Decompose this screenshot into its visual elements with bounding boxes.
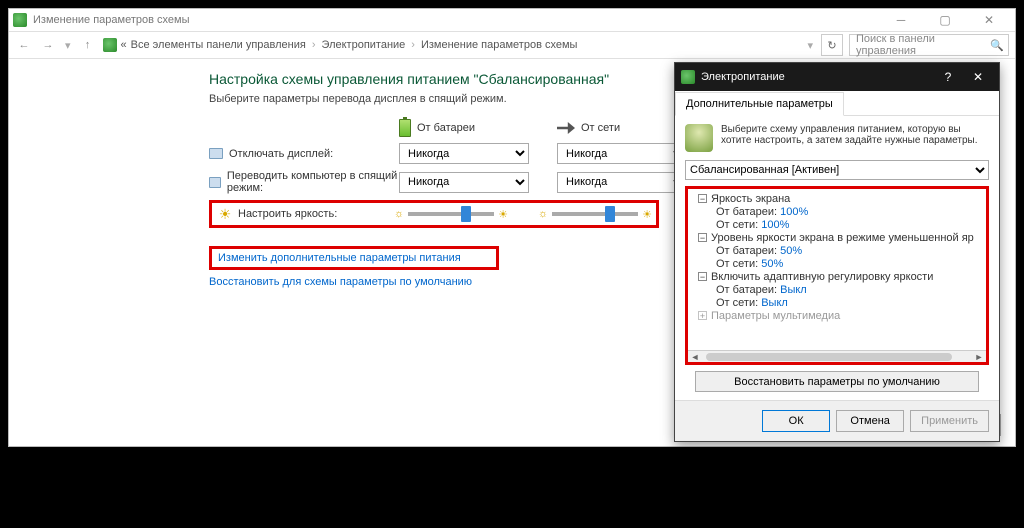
- titlebar: Изменение параметров схемы ─ ▢ ✕: [9, 9, 1015, 31]
- power-options-dialog: Электропитание ? ✕ Дополнительные параме…: [674, 62, 1000, 442]
- horizontal-scrollbar[interactable]: ◄ ►: [688, 350, 986, 362]
- plug-icon: [557, 122, 575, 134]
- tab-advanced[interactable]: Дополнительные параметры: [675, 92, 844, 116]
- display-off-plugged-select[interactable]: Никогда: [557, 143, 687, 164]
- restore-defaults-button[interactable]: Восстановить параметры по умолчанию: [695, 371, 979, 392]
- search-input[interactable]: Поиск в панели управления 🔍: [849, 34, 1009, 56]
- scroll-right-icon[interactable]: ►: [972, 351, 986, 362]
- expand-icon[interactable]: +: [698, 311, 707, 320]
- collapse-icon[interactable]: −: [698, 272, 707, 281]
- window-title: Изменение параметров схемы: [33, 14, 189, 26]
- sun-large-icon: ☀: [498, 208, 508, 221]
- tree-value[interactable]: 50%: [780, 245, 802, 257]
- settings-tree-highlight: −Яркость экрана От батареи: 100% От сети…: [685, 186, 989, 365]
- row-brightness-label: ☀Настроить яркость:: [218, 207, 394, 221]
- column-battery: От батареи: [399, 119, 537, 137]
- link-advanced-settings[interactable]: Изменить дополнительные параметры питани…: [218, 252, 490, 264]
- tree-value[interactable]: Выкл: [780, 284, 807, 296]
- battery-icon: [399, 119, 411, 137]
- dialog-titlebar: Электропитание ? ✕: [675, 63, 999, 91]
- display-off-battery-select[interactable]: Никогда: [399, 143, 529, 164]
- row-sleep-label: Переводить компьютер в спящий режим:: [209, 170, 399, 194]
- collapse-icon[interactable]: −: [698, 194, 707, 203]
- lamp-icon: [685, 124, 713, 152]
- dialog-footer: ОК Отмена Применить: [675, 400, 999, 440]
- brightness-battery-slider[interactable]: [408, 212, 494, 216]
- display-icon: [209, 148, 223, 159]
- forward-button[interactable]: →: [39, 36, 57, 54]
- settings-tree[interactable]: −Яркость экрана От батареи: 100% От сети…: [688, 189, 986, 327]
- tree-value[interactable]: 100%: [761, 219, 789, 231]
- power-plan-select[interactable]: Сбалансированная [Активен]: [685, 160, 989, 180]
- breadcrumb-item[interactable]: Электропитание: [322, 39, 406, 51]
- sleep-icon: [209, 177, 221, 188]
- tree-value[interactable]: 50%: [761, 258, 783, 270]
- dialog-close-button[interactable]: ✕: [963, 66, 993, 88]
- help-button[interactable]: ?: [933, 66, 963, 88]
- dialog-tabs: Дополнительные параметры: [675, 91, 999, 116]
- sun-small-icon: ☼: [538, 208, 548, 220]
- power-icon: [681, 70, 695, 84]
- collapse-icon[interactable]: −: [698, 233, 707, 242]
- tree-value[interactable]: Выкл: [761, 297, 788, 309]
- chevron-right-icon: ›: [411, 39, 415, 51]
- breadcrumb-item[interactable]: Изменение параметров схемы: [421, 39, 577, 51]
- row-display-label: Отключать дисплей:: [209, 148, 399, 160]
- apply-button[interactable]: Применить: [910, 410, 989, 432]
- sleep-battery-select[interactable]: Никогда: [399, 172, 529, 193]
- dialog-title: Электропитание: [701, 71, 785, 83]
- close-button[interactable]: ✕: [967, 9, 1011, 31]
- navbar: ← → ▾ ↑ « Все элементы панели управления…: [9, 31, 1015, 59]
- maximize-button[interactable]: ▢: [923, 9, 967, 31]
- sleep-plugged-select[interactable]: Никогда: [557, 172, 687, 193]
- refresh-button[interactable]: ↻: [821, 34, 843, 56]
- brightness-plugged-slider[interactable]: [552, 212, 638, 216]
- power-icon: [13, 13, 27, 27]
- ok-button[interactable]: ОК: [762, 410, 830, 432]
- cancel-button[interactable]: Отмена: [836, 410, 904, 432]
- sun-large-icon: ☀: [642, 208, 652, 221]
- chevron-right-icon: ›: [312, 39, 316, 51]
- up-button[interactable]: ↑: [79, 36, 97, 54]
- search-icon: 🔍: [990, 39, 1004, 52]
- tree-value[interactable]: 100%: [780, 206, 808, 218]
- breadcrumb[interactable]: « Все элементы панели управления › Элект…: [103, 38, 800, 52]
- dialog-description: Выберите схему управления питанием, кото…: [685, 124, 989, 152]
- breadcrumb-item[interactable]: Все элементы панели управления: [131, 39, 306, 51]
- scroll-left-icon[interactable]: ◄: [688, 351, 702, 362]
- power-icon: [103, 38, 117, 52]
- sun-small-icon: ☼: [394, 208, 404, 220]
- back-button[interactable]: ←: [15, 36, 33, 54]
- brightness-highlight: ☀Настроить яркость: ☼ ☀ ☼ ☀: [209, 200, 659, 228]
- sun-icon: ☀: [218, 207, 232, 221]
- minimize-button[interactable]: ─: [879, 9, 923, 31]
